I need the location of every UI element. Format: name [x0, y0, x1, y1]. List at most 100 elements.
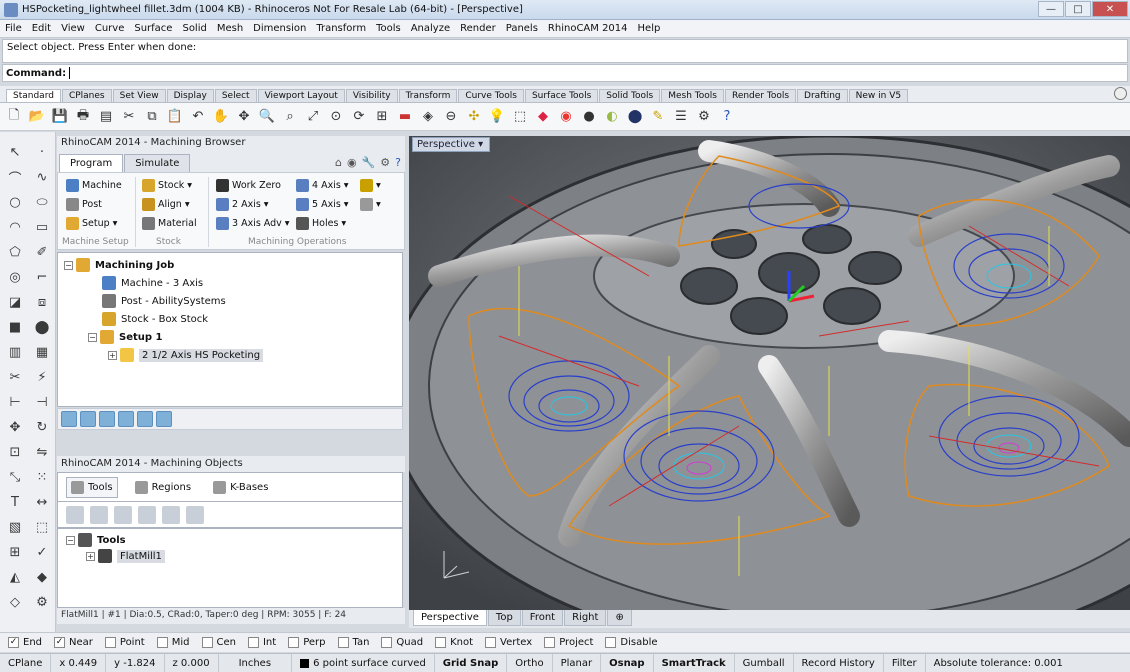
trim-icon[interactable]: ✂ — [2, 365, 28, 389]
rotate-icon[interactable]: ↻ — [29, 415, 55, 439]
curve-icon[interactable]: ∿ — [29, 165, 55, 189]
tab-display[interactable]: Display — [166, 89, 214, 102]
tree-item-flatmill[interactable]: + FlatMill1 — [86, 549, 165, 563]
rectangle-icon[interactable]: ▭ — [29, 215, 55, 239]
perspective-viewport[interactable] — [409, 136, 1130, 610]
tab-tools[interactable]: Tools — [66, 476, 118, 498]
four-axis-button[interactable]: 4 Axis ▾ — [296, 179, 349, 192]
render-icon[interactable]: ⬤ — [625, 107, 645, 127]
minimize-button[interactable]: — — [1038, 1, 1064, 17]
osnap-end[interactable]: ✓ End — [8, 637, 42, 648]
dimension-icon[interactable]: ↔ — [29, 490, 55, 514]
tab-set-view[interactable]: Set View — [112, 89, 166, 102]
ellipse-icon[interactable]: ⬭ — [29, 190, 55, 214]
menu-dimension[interactable]: Dimension — [248, 23, 311, 34]
tree-item-tools[interactable]: − Tools — [66, 533, 126, 547]
menu-solid[interactable]: Solid — [177, 23, 211, 34]
osnap-quad[interactable]: Quad — [381, 637, 423, 648]
box-icon[interactable]: ■ — [2, 315, 28, 339]
eye-icon[interactable]: ◉ — [347, 156, 357, 169]
delete-operation-icon[interactable] — [156, 411, 172, 427]
checkbox[interactable] — [485, 637, 497, 648]
circle-icon[interactable]: ○ — [2, 190, 28, 214]
status-grid-snap[interactable]: Grid Snap — [435, 654, 508, 672]
machine-button[interactable]: Machine — [66, 179, 122, 192]
info-icon[interactable] — [118, 411, 134, 427]
five-axis-button[interactable]: 5 Axis ▾ — [296, 198, 349, 211]
mirror-icon[interactable]: ⇋ — [29, 440, 55, 464]
menu-rhinocam[interactable]: RhinoCAM 2014 — [543, 23, 633, 34]
simulate-icon[interactable] — [80, 411, 96, 427]
help-icon[interactable]: ? — [717, 107, 737, 127]
copy-icon[interactable]: ⧉ — [142, 107, 162, 127]
post-process-icon[interactable] — [99, 411, 115, 427]
copy-operation-icon[interactable] — [137, 411, 153, 427]
four-view-icon[interactable]: ⊞ — [372, 107, 392, 127]
command-input[interactable] — [69, 67, 71, 79]
checkbox[interactable] — [381, 637, 393, 648]
tree-item-machining-job[interactable]: − Machining Job — [64, 258, 174, 272]
tab-render-tools[interactable]: Render Tools — [724, 89, 797, 102]
add-viewport-icon[interactable]: ⊕ — [607, 610, 632, 626]
tab-surface-tools[interactable]: Surface Tools — [524, 89, 599, 102]
layer-icon[interactable]: ◆ — [533, 107, 553, 127]
tree-item-operation[interactable]: +2 1/2 Axis HS Pocketing — [108, 348, 264, 362]
tree-item-stock[interactable]: Stock - Box Stock — [102, 312, 208, 326]
work-zero-button[interactable]: Work Zero — [216, 179, 281, 192]
viewport-title[interactable]: Perspective ▾ — [412, 137, 490, 152]
tab-front[interactable]: Front — [521, 610, 564, 626]
material-button[interactable]: Material — [142, 217, 197, 230]
menu-help[interactable]: Help — [633, 23, 666, 34]
status-planar[interactable]: Planar — [553, 654, 602, 672]
color-wheel-icon[interactable]: ◉ — [556, 107, 576, 127]
surface-icon[interactable]: ◪ — [2, 290, 28, 314]
status-layer[interactable]: 6 point surface curved — [292, 654, 435, 672]
import-icon[interactable]: ▤ — [96, 107, 116, 127]
undo-icon[interactable]: ↶ — [188, 107, 208, 127]
tap-icon[interactable] — [186, 505, 204, 524]
offset-icon[interactable]: ◎ — [2, 265, 28, 289]
status-smarttrack[interactable]: SmartTrack — [654, 654, 735, 672]
stock-button[interactable]: Stock ▾ — [142, 179, 192, 192]
tab-program[interactable]: Program — [59, 154, 124, 172]
maximize-button[interactable]: □ — [1065, 1, 1091, 17]
checkbox[interactable] — [104, 637, 116, 648]
status-gumball[interactable]: Gumball — [735, 654, 794, 672]
new-file-icon[interactable]: 🗋 — [4, 107, 24, 127]
layer-object-icon[interactable]: ◇ — [2, 590, 28, 614]
open-file-icon[interactable]: 📂 — [27, 107, 47, 127]
menu-tools[interactable]: Tools — [371, 23, 406, 34]
named-view-icon[interactable]: ◈ — [418, 107, 438, 127]
move-icon[interactable]: ✥ — [2, 415, 28, 439]
grid-icon[interactable]: ⊞ — [2, 540, 28, 564]
zoom-window-icon[interactable]: ⌕ — [280, 107, 300, 127]
drill-icon[interactable] — [162, 505, 180, 524]
tab-curve-tools[interactable]: Curve Tools — [458, 89, 524, 102]
object-snap-icon[interactable]: ✣ — [464, 107, 484, 127]
osnap-cen[interactable]: Cen — [201, 637, 236, 648]
pan-hand-icon[interactable]: ✋ — [211, 107, 231, 127]
tab-simulate[interactable]: Simulate — [124, 154, 191, 172]
status-cplane[interactable]: CPlane — [0, 654, 52, 672]
menu-analyze[interactable]: Analyze — [406, 23, 455, 34]
checkbox[interactable] — [201, 637, 213, 648]
copy-object-icon[interactable]: ⊡ — [2, 440, 28, 464]
tab-standard[interactable]: Standard — [6, 89, 61, 102]
osnap-int[interactable]: Int — [247, 637, 276, 648]
scale-icon[interactable]: ⤡ — [2, 465, 28, 489]
tab-transform[interactable]: Transform — [398, 89, 458, 102]
misc-dropdown-button[interactable]: ▾ — [360, 198, 381, 211]
menu-surface[interactable]: Surface — [129, 23, 177, 34]
menu-mesh[interactable]: Mesh — [212, 23, 248, 34]
osnap-near[interactable]: ✓ Near — [54, 637, 93, 648]
wrench-icon[interactable]: 🔧 — [362, 156, 376, 169]
arc-icon[interactable]: ◠ — [2, 215, 28, 239]
cut-icon[interactable]: ✂ — [119, 107, 139, 127]
properties-icon[interactable]: ⚙ — [694, 107, 714, 127]
material-icon[interactable]: ◐ — [602, 107, 622, 127]
text-icon[interactable]: T — [2, 490, 28, 514]
check-icon[interactable]: ✓ — [29, 540, 55, 564]
explode-icon[interactable]: ⊣ — [29, 390, 55, 414]
menu-curve[interactable]: Curve — [90, 23, 130, 34]
menu-view[interactable]: View — [56, 23, 90, 34]
